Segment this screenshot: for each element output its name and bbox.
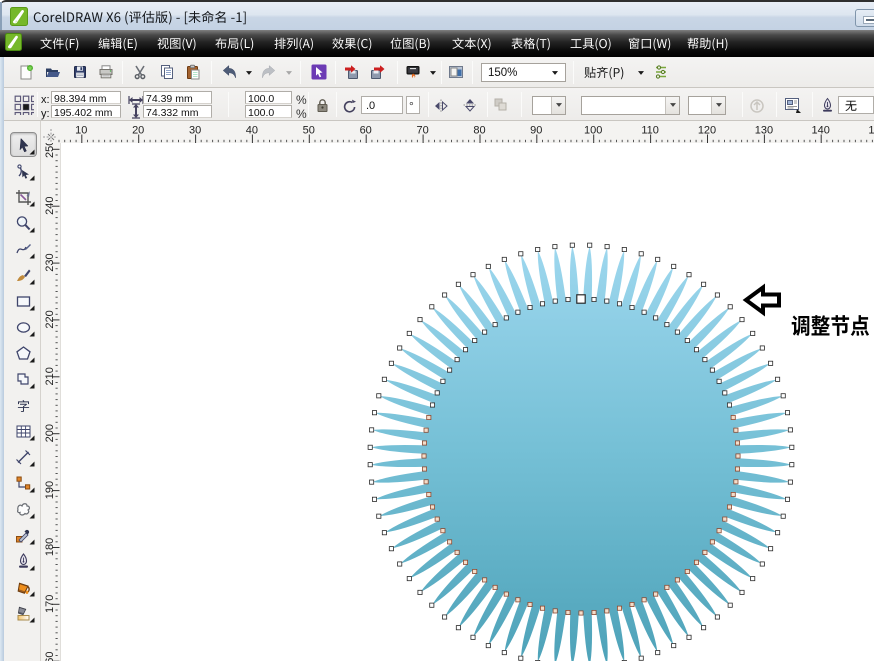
svg-text:110: 110 <box>641 125 659 137</box>
svg-text:250: 250 <box>44 143 56 158</box>
svg-text:160: 160 <box>44 652 56 661</box>
svg-text:80: 80 <box>473 125 485 137</box>
svg-text:30: 30 <box>189 125 201 137</box>
svg-text:180: 180 <box>44 538 56 556</box>
svg-text:220: 220 <box>44 310 56 328</box>
svg-text:140: 140 <box>812 125 830 137</box>
svg-text:90: 90 <box>530 125 542 137</box>
svg-text:120: 120 <box>698 125 716 137</box>
svg-text:50: 50 <box>303 125 315 137</box>
svg-text:210: 210 <box>44 367 56 385</box>
svg-text:170: 170 <box>44 595 56 613</box>
svg-text:230: 230 <box>44 253 56 271</box>
svg-text:130: 130 <box>755 125 773 137</box>
svg-text:60: 60 <box>360 125 372 137</box>
svg-text:150: 150 <box>868 125 874 137</box>
svg-text:190: 190 <box>44 481 56 499</box>
svg-text:100: 100 <box>584 125 602 137</box>
svg-text:240: 240 <box>44 197 56 215</box>
svg-text:10: 10 <box>75 125 87 137</box>
svg-text:20: 20 <box>132 125 144 137</box>
svg-text:200: 200 <box>44 424 56 442</box>
svg-text:70: 70 <box>416 125 428 137</box>
svg-text:40: 40 <box>246 125 258 137</box>
